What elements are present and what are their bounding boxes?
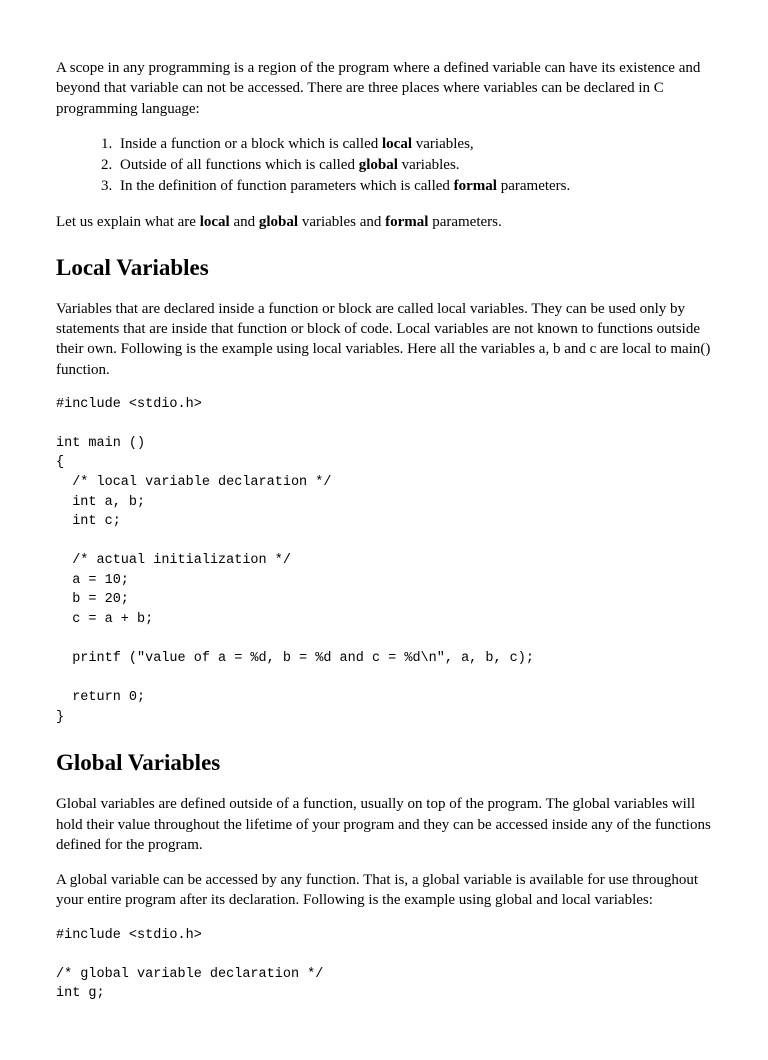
list-text: variables. (398, 157, 460, 173)
list-bold: local (382, 136, 412, 152)
heading-local-variables: Local Variables (56, 252, 712, 283)
list-item: Outside of all functions which is called… (116, 155, 712, 175)
text: variables and (298, 214, 385, 230)
global-paragraph-2: A global variable can be accessed by any… (56, 870, 712, 911)
list-text: parameters. (497, 178, 570, 194)
list-text: Inside a function or a block which is ca… (120, 136, 382, 152)
code-block-global: #include <stdio.h> /* global variable de… (56, 926, 712, 1004)
list-text: In the definition of function parameters… (120, 178, 454, 194)
list-text: Outside of all functions which is called (120, 157, 359, 173)
intro-paragraph-2: Let us explain what are local and global… (56, 212, 712, 232)
text: and (230, 214, 259, 230)
bold-text: local (200, 214, 230, 230)
code-block-local: #include <stdio.h> int main () { /* loca… (56, 395, 712, 728)
intro-paragraph: A scope in any programming is a region o… (56, 58, 712, 119)
global-paragraph-1: Global variables are defined outside of … (56, 794, 712, 855)
list-item: In the definition of function parameters… (116, 176, 712, 196)
list-text: variables, (412, 136, 474, 152)
list-item: Inside a function or a block which is ca… (116, 134, 712, 154)
local-paragraph: Variables that are declared inside a fun… (56, 299, 712, 380)
list-bold: formal (454, 178, 497, 194)
text: Let us explain what are (56, 214, 200, 230)
list-bold: global (359, 157, 398, 173)
text: parameters. (428, 214, 501, 230)
scope-list: Inside a function or a block which is ca… (56, 134, 712, 197)
bold-text: global (259, 214, 298, 230)
heading-global-variables: Global Variables (56, 747, 712, 778)
bold-text: formal (385, 214, 428, 230)
